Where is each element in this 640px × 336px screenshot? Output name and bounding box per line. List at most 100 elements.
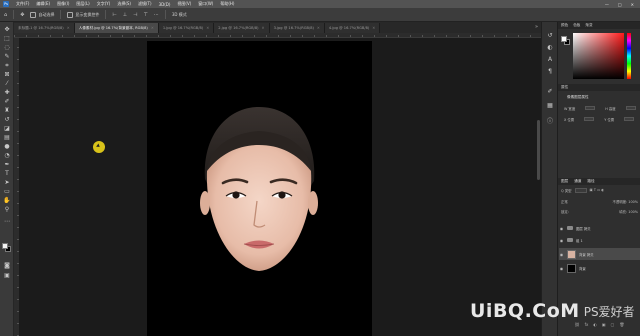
align-top-icon[interactable]: ⊤ — [143, 12, 147, 18]
filter-type-label[interactable]: Q 类型 — [561, 188, 572, 193]
filter-icons[interactable]: ▣ T ▭ ◐ — [590, 188, 605, 192]
blur-tool-icon[interactable]: ● — [3, 143, 11, 150]
tab-document[interactable]: 3.jpg @ 16.7%(RGB/8) ✕ — [269, 23, 325, 33]
tab-document-active[interactable]: 人像素材.jpg @ 16.7%(背景副本, RGB/8) ✕ — [74, 23, 159, 33]
align-center-icon[interactable]: ⊥ — [123, 12, 127, 18]
close-icon[interactable]: ✕ — [372, 26, 375, 30]
eyedropper-tool-icon[interactable]: ⁄ — [3, 80, 11, 87]
tab-paths[interactable]: 路径 — [587, 178, 594, 185]
width-field[interactable] — [585, 106, 596, 110]
quick-mask-icon[interactable]: ◙ — [3, 262, 11, 269]
menu-item-view[interactable]: 视图(V) — [177, 1, 191, 7]
layer-style-icon[interactable]: fx — [585, 322, 589, 330]
screen-mode-icon[interactable]: ▣ — [3, 272, 11, 279]
close-icon[interactable]: ✕ — [262, 26, 265, 30]
close-button[interactable]: ✕ — [631, 2, 634, 7]
foreground-color-swatch[interactable] — [561, 36, 567, 42]
tab-layers[interactable]: 图层 — [561, 178, 568, 185]
more-options-icon[interactable]: ⋯ — [154, 12, 159, 18]
swatches-icon[interactable]: ▦ — [546, 102, 554, 109]
tab-color[interactable]: 颜色 — [561, 23, 568, 28]
tab-overflow-button[interactable]: » — [535, 24, 538, 30]
foreground-color-swatch[interactable] — [2, 243, 8, 249]
tab-channels[interactable]: 通道 — [574, 178, 581, 185]
visibility-eye-icon[interactable]: ◉ — [559, 252, 564, 257]
new-layer-icon[interactable]: ▢ — [611, 322, 615, 330]
layer-row[interactable]: ◉ 背景 — [559, 262, 640, 274]
marquee-tool-icon[interactable]: ⬚ — [3, 35, 11, 42]
tab-swatches[interactable]: 色板 — [573, 23, 580, 28]
menu-item-file[interactable]: 文件(F) — [16, 1, 29, 7]
y-field[interactable] — [624, 117, 635, 121]
menu-item-select[interactable]: 选择(S) — [117, 1, 131, 7]
visibility-eye-icon[interactable]: ◉ — [559, 266, 564, 271]
home-icon[interactable]: ⌂ — [4, 12, 7, 18]
filter-dropdown[interactable] — [574, 187, 587, 193]
menu-item-layer[interactable]: 图层(L) — [76, 1, 89, 7]
frame-tool-icon[interactable]: ⊠ — [3, 71, 11, 78]
align-left-icon[interactable]: ⊢ — [112, 12, 116, 18]
paragraph-icon[interactable]: ¶ — [546, 68, 554, 75]
menu-item-help[interactable]: 帮助(H) — [220, 1, 234, 7]
color-swatches[interactable] — [561, 36, 571, 46]
path-selection-tool-icon[interactable]: ➤ — [3, 179, 11, 186]
menu-item-filter[interactable]: 滤镜(T) — [138, 1, 152, 7]
menu-item-3d[interactable]: 3D(D) — [159, 2, 171, 7]
gradient-tool-icon[interactable]: ▤ — [3, 134, 11, 141]
tab-document[interactable]: 1.jpg @ 16.7%(RGB/8) ✕ — [158, 23, 215, 33]
close-icon[interactable]: ✕ — [317, 26, 320, 30]
link-layers-icon[interactable]: ⛓ — [575, 322, 580, 330]
lasso-tool-icon[interactable]: ◌ — [3, 44, 11, 51]
menu-item-image[interactable]: 图像(I) — [57, 1, 69, 7]
layer-row-selected[interactable]: ◉ 背景 拷贝 — [559, 248, 640, 260]
x-field[interactable] — [584, 117, 595, 121]
layer-row[interactable]: ◉ 图层 拷贝 — [559, 222, 640, 234]
transform-controls-checkbox[interactable]: 显示变换控件 — [67, 11, 99, 18]
properties-header[interactable]: 属性 — [558, 84, 640, 91]
layer-row[interactable]: ◉ 组 1 — [559, 234, 640, 246]
visibility-eye-icon[interactable]: ◉ — [559, 226, 564, 231]
crop-tool-icon[interactable]: ⌗ — [3, 62, 11, 69]
rectangle-tool-icon[interactable]: ▭ — [3, 188, 11, 195]
info-icon[interactable]: ⓘ — [546, 118, 554, 125]
menu-item-edit[interactable]: 编辑(E) — [36, 1, 50, 7]
color-picker-field[interactable] — [573, 33, 624, 79]
maximize-button[interactable]: □ — [618, 2, 622, 7]
layer-mask-icon[interactable]: ▣ — [602, 322, 606, 330]
adjustments-icon[interactable]: ◐ — [546, 44, 554, 51]
type-tool-icon[interactable]: T — [3, 170, 11, 177]
brush-tool-icon[interactable]: ✐ — [3, 98, 11, 105]
zoom-tool-icon[interactable]: ⚲ — [3, 206, 11, 213]
brush-settings-icon[interactable]: ✐ — [546, 88, 554, 95]
opacity-field[interactable]: 不透明度: 100% — [613, 199, 638, 205]
auto-select-checkbox[interactable]: 自动选择 — [30, 11, 54, 18]
move-tool-icon[interactable]: ✥ — [3, 26, 11, 33]
close-icon[interactable]: ✕ — [206, 26, 209, 30]
vertical-scrollbar[interactable] — [537, 120, 540, 180]
fill-field[interactable]: 填充: 100% — [619, 209, 638, 215]
tab-document[interactable]: 未标题-1 @ 16.7%(RGB/8) ✕ — [14, 23, 75, 33]
quick-select-tool-icon[interactable]: ✎ — [3, 53, 11, 60]
clone-stamp-tool-icon[interactable]: ♜ — [3, 107, 11, 114]
tab-document[interactable]: 4.jpg @ 16.7%(RGB/8) ✕ — [324, 23, 381, 33]
height-field[interactable] — [625, 106, 636, 110]
close-icon[interactable]: ✕ — [67, 26, 70, 30]
document-canvas[interactable] — [147, 41, 372, 336]
delete-layer-icon[interactable]: 🗑 — [619, 322, 624, 330]
adjustment-layer-icon[interactable]: ◐ — [593, 322, 597, 330]
history-brush-tool-icon[interactable]: ↺ — [3, 116, 11, 123]
menu-item-type[interactable]: 文字(Y) — [97, 1, 111, 7]
align-right-icon[interactable]: ⊣ — [133, 12, 137, 18]
menu-item-window[interactable]: 窗口(W) — [198, 1, 213, 7]
pen-tool-icon[interactable]: ✒ — [3, 161, 11, 168]
history-icon[interactable]: ↺ — [546, 32, 554, 39]
minimize-button[interactable]: — — [605, 2, 609, 7]
healing-brush-tool-icon[interactable]: ✚ — [3, 89, 11, 96]
tab-document[interactable]: 2.jpg @ 16.7%(RGB/8) ✕ — [214, 23, 270, 33]
blend-mode-select[interactable]: 正常 — [561, 199, 568, 205]
tab-gradients[interactable]: 渐变 — [585, 23, 592, 28]
visibility-eye-icon[interactable]: ◉ — [559, 238, 564, 243]
character-icon[interactable]: A — [546, 56, 554, 63]
dodge-tool-icon[interactable]: ◔ — [3, 152, 11, 159]
move-tool-icon[interactable]: ✥ — [20, 12, 24, 18]
